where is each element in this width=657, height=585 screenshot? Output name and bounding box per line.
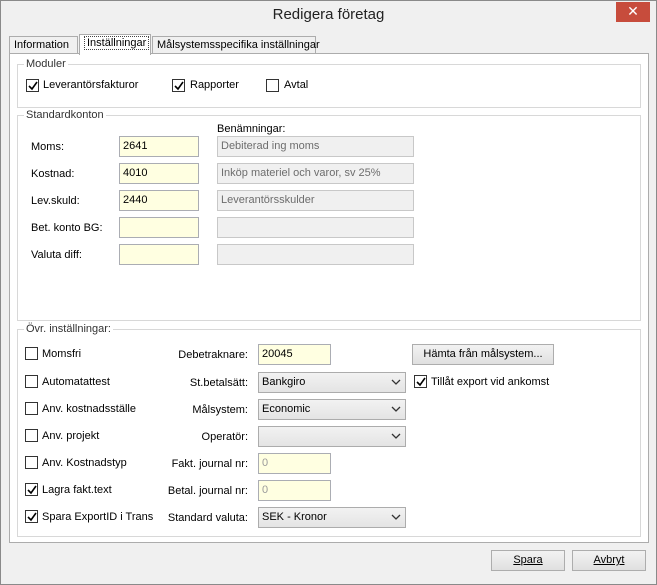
payment-method-label: St.betalsätt: bbox=[189, 377, 248, 389]
save-export-id-label: Spara ExportID i Trans bbox=[42, 511, 154, 523]
settings-panel: Moduler Leverantörsfakturor Rapporter Av… bbox=[9, 53, 649, 543]
standard-currency-label: Standard valuta: bbox=[167, 512, 248, 524]
payment-account-bg-label: Bet. konto BG: bbox=[31, 222, 103, 234]
checkbox-store-invoice-text[interactable] bbox=[25, 483, 38, 496]
standard-currency-select[interactable]: SEK - Kronor bbox=[258, 507, 406, 528]
tab-target-system-settings[interactable]: Målsystemsspecifika inställningar bbox=[152, 36, 320, 54]
check-icon bbox=[28, 81, 38, 91]
chevron-down-icon bbox=[391, 514, 401, 520]
tab-settings[interactable]: Inställningar bbox=[79, 34, 151, 55]
modules-legend: Moduler bbox=[24, 58, 68, 70]
payment-journal-input[interactable]: 0 bbox=[258, 480, 331, 501]
window-title: Redigera företag bbox=[272, 6, 385, 23]
standard-accounts-group: Standardkonton Benämningar: Moms: 2641 D… bbox=[17, 109, 641, 321]
checkbox-reports[interactable] bbox=[172, 79, 185, 92]
other-settings-legend: Övr. inställningar: bbox=[24, 323, 113, 335]
use-cost-type-label: Anv. Kostnadstyp bbox=[42, 457, 127, 469]
supplier-debt-account-input[interactable]: 2440 bbox=[119, 190, 199, 211]
auto-approve-label: Automatattest bbox=[42, 376, 110, 388]
check-icon bbox=[27, 512, 37, 522]
chevron-down-icon bbox=[391, 379, 401, 385]
checkbox-use-cost-type[interactable] bbox=[25, 456, 38, 469]
currency-diff-label: Valuta diff: bbox=[31, 249, 82, 261]
close-button[interactable]: ✕ bbox=[616, 2, 650, 22]
reports-label: Rapporter bbox=[190, 79, 239, 91]
store-invoice-text-label: Lagra fakt.text bbox=[42, 484, 112, 496]
title-bar[interactable]: Redigera företag ✕ bbox=[1, 1, 656, 32]
cost-account-name: Inköp materiel och varor, sv 25% bbox=[217, 163, 414, 184]
vat-account-name: Debiterad ing moms bbox=[217, 136, 414, 157]
operator-select[interactable] bbox=[258, 426, 406, 447]
invoice-journal-label: Fakt. journal nr: bbox=[171, 458, 248, 470]
cost-label: Kostnad: bbox=[31, 168, 75, 180]
use-project-label: Anv. projekt bbox=[42, 430, 100, 442]
check-icon bbox=[416, 377, 426, 387]
check-icon bbox=[174, 81, 184, 91]
supplier-debt-label: Lev.skuld: bbox=[31, 195, 80, 207]
use-cost-center-label: Anv. kostnadsställe bbox=[42, 403, 136, 415]
vat-account-input[interactable]: 2641 bbox=[119, 136, 199, 157]
names-header: Benämningar: bbox=[217, 123, 286, 135]
checkbox-agreements[interactable] bbox=[266, 79, 279, 92]
target-system-select[interactable]: Economic bbox=[258, 399, 406, 420]
payment-account-bg-input[interactable] bbox=[119, 217, 199, 238]
edit-company-window: Redigera företag ✕ Information Inställni… bbox=[0, 0, 657, 585]
supplier-debt-account-name: Leverantörsskulder bbox=[217, 190, 414, 211]
fetch-from-target-system-button[interactable]: Hämta från målsystem... bbox=[412, 344, 554, 365]
checkbox-allow-export-on-arrival[interactable] bbox=[414, 375, 427, 388]
cost-account-input[interactable]: 4010 bbox=[119, 163, 199, 184]
other-settings-group: Övr. inställningar: Momsfri Automatattes… bbox=[17, 323, 641, 537]
check-icon bbox=[27, 485, 37, 495]
checkbox-use-cost-center[interactable] bbox=[25, 402, 38, 415]
supplier-invoices-label: Leverantörsfakturor bbox=[43, 79, 139, 91]
vat-label: Moms: bbox=[31, 141, 64, 153]
close-icon: ✕ bbox=[627, 3, 639, 19]
currency-diff-name bbox=[217, 244, 414, 265]
checkbox-supplier-invoices[interactable] bbox=[26, 79, 39, 92]
chevron-down-icon bbox=[391, 406, 401, 412]
payment-method-select[interactable]: Bankgiro bbox=[258, 372, 406, 393]
debtor-counter-label: Debetraknare: bbox=[178, 349, 248, 361]
target-system-label: Målsystem: bbox=[192, 404, 248, 416]
allow-export-on-arrival-label: Tillåt export vid ankomst bbox=[431, 376, 550, 388]
cancel-button[interactable]: Avbryt bbox=[572, 550, 646, 571]
payment-account-bg-name bbox=[217, 217, 414, 238]
currency-diff-input[interactable] bbox=[119, 244, 199, 265]
vat-free-label: Momsfri bbox=[42, 348, 82, 360]
invoice-journal-input[interactable]: 0 bbox=[258, 453, 331, 474]
modules-group: Moduler Leverantörsfakturor Rapporter Av… bbox=[17, 58, 641, 108]
checkbox-save-export-id[interactable] bbox=[25, 510, 38, 523]
save-button[interactable]: Spara bbox=[491, 550, 565, 571]
checkbox-auto-approve[interactable] bbox=[25, 375, 38, 388]
payment-journal-label: Betal. journal nr: bbox=[167, 485, 248, 497]
agreements-label: Avtal bbox=[284, 79, 309, 91]
debtor-counter-input[interactable]: 20045 bbox=[258, 344, 331, 365]
checkbox-vat-free[interactable] bbox=[25, 347, 38, 360]
operator-label: Operatör: bbox=[201, 431, 248, 443]
tab-information[interactable]: Information bbox=[9, 36, 78, 54]
chevron-down-icon bbox=[391, 433, 401, 439]
standard-accounts-legend: Standardkonton bbox=[24, 109, 106, 121]
checkbox-use-project[interactable] bbox=[25, 429, 38, 442]
